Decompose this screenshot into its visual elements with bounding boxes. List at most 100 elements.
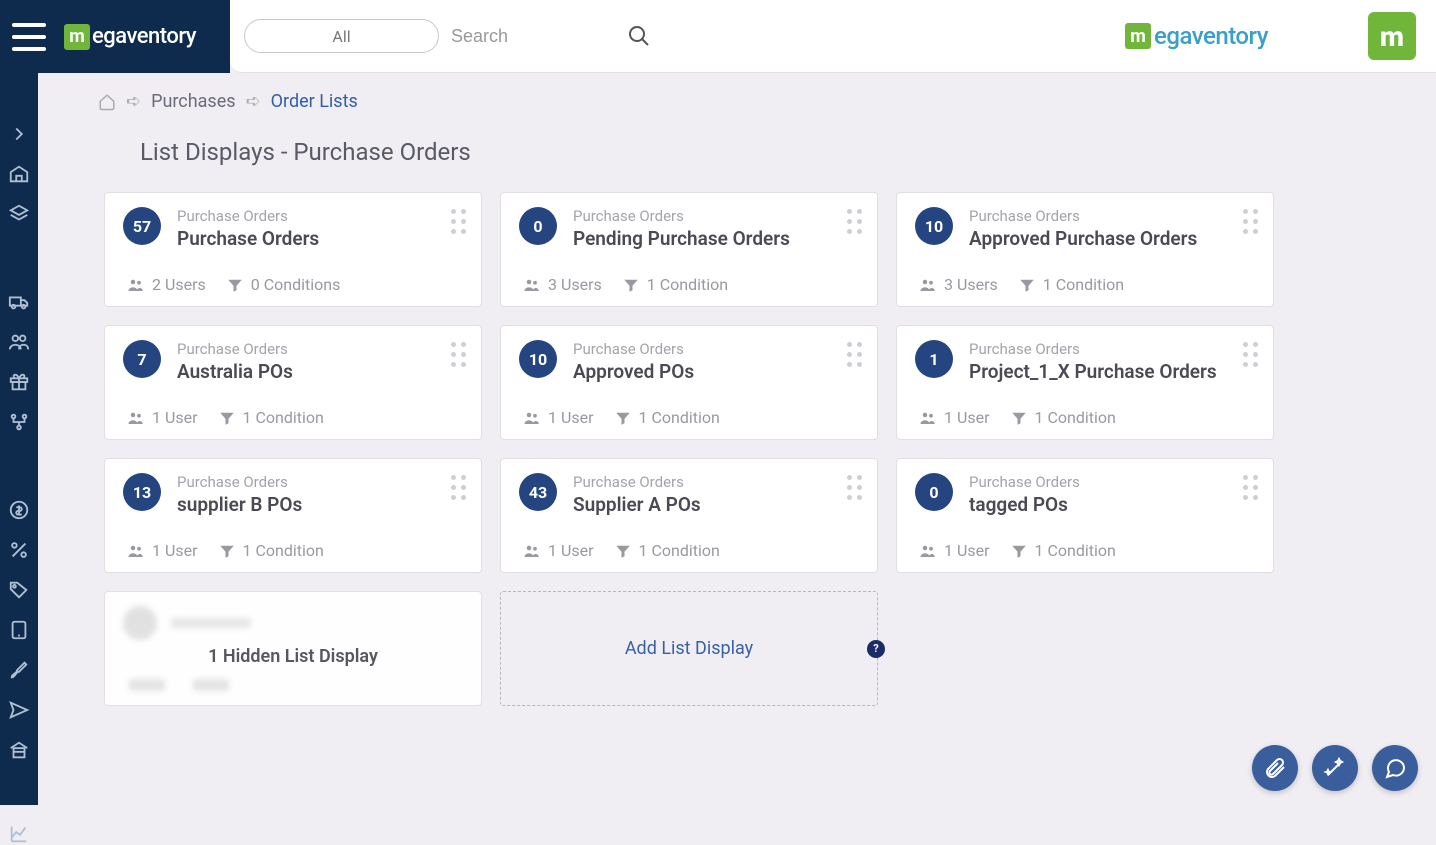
chevron-right-icon: ➪ (126, 91, 141, 112)
brand-logo[interactable]: m egaventory (64, 24, 196, 50)
menu-icon[interactable] (12, 23, 46, 51)
card-count-badge: 43 (519, 473, 557, 511)
cards-grid: 57 Purchase Orders Purchase Orders 2 Use… (104, 192, 1376, 706)
card-title: Approved Purchase Orders (969, 227, 1197, 250)
card-users-meta: 1 User (127, 541, 198, 560)
card-conditions-meta: 1 Condition (1018, 275, 1124, 294)
layers-icon[interactable] (8, 203, 30, 225)
card-users-meta: 1 User (523, 408, 594, 427)
hidden-blur (123, 606, 463, 640)
breadcrumb-purchases[interactable]: Purchases (151, 91, 235, 112)
drag-handle-icon[interactable] (1243, 342, 1259, 368)
list-display-card[interactable]: 0 Purchase Orders tagged POs 1 User 1 Co… (896, 458, 1274, 573)
card-users-meta: 3 Users (523, 275, 602, 294)
list-display-card[interactable]: 7 Purchase Orders Australia POs 1 User 1… (104, 325, 482, 440)
percent-icon[interactable] (8, 539, 30, 561)
card-conditions-meta: 1 Condition (622, 275, 728, 294)
card-count-badge: 0 (915, 473, 953, 511)
card-subtitle: Purchase Orders (177, 473, 302, 491)
magic-wand-button[interactable] (1312, 745, 1358, 791)
list-display-card[interactable]: 1 Purchase Orders Project_1_X Purchase O… (896, 325, 1274, 440)
list-display-card[interactable]: 10 Purchase Orders Approved Purchase Ord… (896, 192, 1274, 307)
card-users-meta: 2 Users (127, 275, 206, 294)
card-subtitle: Purchase Orders (177, 207, 319, 225)
card-users-meta: 1 User (919, 408, 990, 427)
card-conditions-meta: 1 Condition (218, 408, 324, 427)
brand-text: egaventory (1154, 22, 1268, 50)
card-subtitle: Purchase Orders (573, 207, 790, 225)
card-users-meta: 1 User (523, 541, 594, 560)
hidden-blur (129, 679, 463, 691)
send-icon[interactable] (8, 699, 30, 721)
forward-icon[interactable] (8, 123, 30, 145)
tag-icon[interactable] (8, 579, 30, 601)
add-card-label: Add List Display (625, 638, 753, 659)
page-title: List Displays - Purchase Orders (140, 138, 1376, 166)
card-title: tagged POs (969, 493, 1080, 516)
card-users-meta: 1 User (919, 541, 990, 560)
card-title: Supplier A POs (573, 493, 701, 516)
card-count-badge: 7 (123, 340, 161, 378)
breadcrumb: ➪ Purchases ➪ Order Lists (98, 91, 1376, 112)
card-title: Approved POs (573, 360, 694, 383)
card-conditions-meta: 1 Condition (218, 541, 324, 560)
list-display-card[interactable]: 10 Purchase Orders Approved POs 1 User 1… (500, 325, 878, 440)
chart-icon[interactable] (8, 823, 30, 845)
card-conditions-meta: 1 Condition (614, 541, 720, 560)
drag-handle-icon[interactable] (847, 475, 863, 501)
drag-handle-icon[interactable] (451, 475, 467, 501)
breadcrumb-current: Order Lists (271, 91, 358, 112)
gift-icon[interactable] (8, 371, 30, 393)
search-input[interactable] (451, 19, 621, 53)
brand-logo-large[interactable]: m egaventory (1125, 22, 1268, 50)
card-users-meta: 1 User (127, 408, 198, 427)
help-badge[interactable]: ? (867, 640, 885, 658)
list-display-card[interactable]: 0 Purchase Orders Pending Purchase Order… (500, 192, 878, 307)
attachment-button[interactable] (1252, 745, 1298, 791)
dollar-icon[interactable] (8, 499, 30, 521)
card-count-badge: 10 (915, 207, 953, 245)
card-users-meta: 3 Users (919, 275, 998, 294)
topbar: m egaventory All m egaventory m (0, 0, 1436, 73)
topbar-right: All m egaventory m (230, 0, 1436, 73)
card-subtitle: Purchase Orders (573, 473, 701, 491)
card-conditions-meta: 1 Condition (1010, 541, 1116, 560)
brand-text: egaventory (92, 24, 196, 49)
chevron-right-icon: ➪ (246, 91, 261, 112)
drag-handle-icon[interactable] (847, 209, 863, 235)
drag-handle-icon[interactable] (1243, 475, 1259, 501)
drag-handle-icon[interactable] (451, 209, 467, 235)
card-count-badge: 13 (123, 473, 161, 511)
warehouse-icon[interactable] (8, 163, 30, 185)
brush-icon[interactable] (8, 659, 30, 681)
chat-button[interactable] (1372, 745, 1418, 791)
list-display-card[interactable]: 43 Purchase Orders Supplier A POs 1 User… (500, 458, 878, 573)
rail-icons (8, 123, 30, 845)
brand-square-icon[interactable]: m (1368, 12, 1416, 60)
card-subtitle: Purchase Orders (969, 340, 1217, 358)
logo-m-icon: m (1125, 23, 1151, 49)
search-scope-dropdown[interactable]: All (244, 19, 439, 53)
list-display-card[interactable]: 57 Purchase Orders Purchase Orders 2 Use… (104, 192, 482, 307)
users-icon[interactable] (8, 331, 30, 353)
drag-handle-icon[interactable] (451, 342, 467, 368)
card-subtitle: Purchase Orders (969, 207, 1197, 225)
brand-right: m egaventory m (1125, 12, 1416, 60)
card-count-badge: 10 (519, 340, 557, 378)
tablet-icon[interactable] (8, 619, 30, 641)
card-subtitle: Purchase Orders (177, 340, 293, 358)
garage-icon[interactable] (8, 739, 30, 761)
hierarchy-icon[interactable] (8, 411, 30, 433)
list-display-card[interactable]: 13 Purchase Orders supplier B POs 1 User… (104, 458, 482, 573)
add-list-display-button[interactable]: Add List Display ? (500, 591, 878, 706)
drag-handle-icon[interactable] (1243, 209, 1259, 235)
left-rail (0, 73, 38, 805)
drag-handle-icon[interactable] (847, 342, 863, 368)
search-icon[interactable] (627, 24, 651, 48)
hidden-card-title: 1 Hidden List Display (123, 646, 463, 667)
home-icon[interactable] (98, 93, 116, 111)
hidden-list-display-card[interactable]: 1 Hidden List Display (104, 591, 482, 706)
truck-icon[interactable] (8, 291, 30, 313)
card-title: Purchase Orders (177, 227, 319, 250)
card-conditions-meta: 1 Condition (1010, 408, 1116, 427)
